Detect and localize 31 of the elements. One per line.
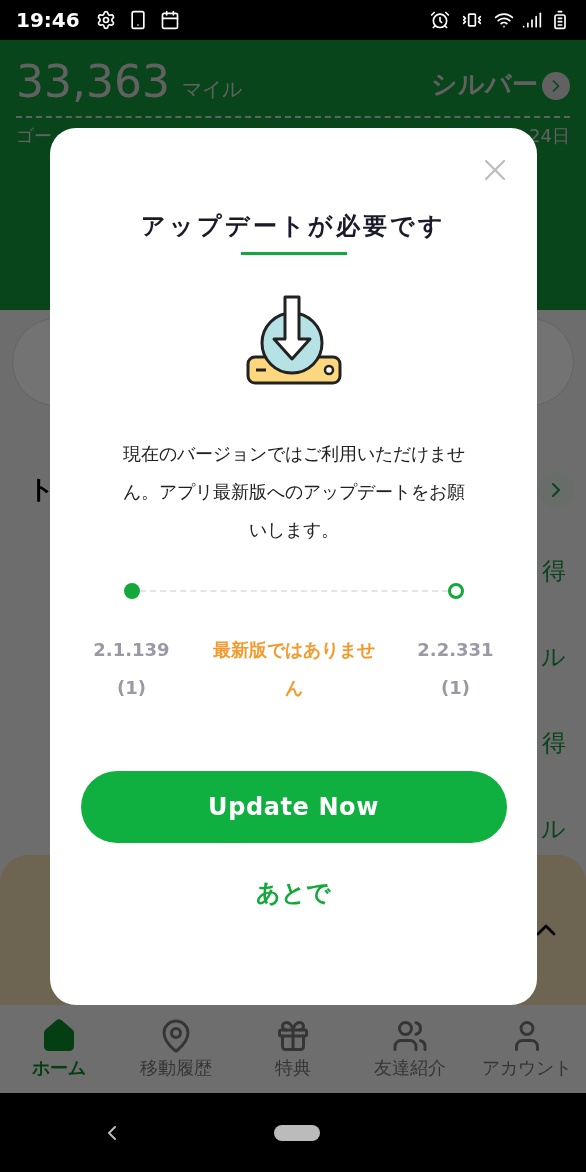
wifi-icon (494, 10, 514, 30)
later-button[interactable]: あとで (256, 875, 331, 911)
version-status: 最新版ではありません (211, 638, 376, 700)
settings-icon (95, 10, 116, 30)
rank-up-text: ゴー (16, 124, 52, 148)
rank-label: シルバー (431, 68, 538, 101)
latest-version: 2.2.331 (1) (416, 638, 495, 700)
calendar-icon (159, 10, 180, 30)
download-drive-icon (245, 295, 342, 387)
update-now-button[interactable]: Update Now (80, 771, 507, 843)
signal-icon (522, 10, 542, 30)
row-value: 得 (542, 728, 566, 759)
section-title: ト (28, 473, 55, 506)
alarm-icon (430, 10, 450, 30)
current-version: 2.1.139 (1) (92, 638, 171, 700)
tab-item[interactable]: 友達紹介 (351, 1005, 469, 1093)
tab-item[interactable]: ホーム (0, 1005, 118, 1093)
tab-item[interactable]: アカウント (468, 1005, 586, 1093)
chevron-icon (542, 72, 570, 100)
tab-item[interactable]: 移動履歴 (117, 1005, 235, 1093)
row-value: ル (541, 642, 566, 673)
miles-unit: マイル (181, 76, 242, 103)
row-value: ル (541, 814, 566, 845)
vibrate-icon (462, 10, 482, 30)
home-pill[interactable] (274, 1124, 320, 1141)
miles-value: 33,363 (16, 60, 170, 104)
dialog-message: 現在のバージョンではご利用いただけません。アプリ最新版へのアップデートをお願いします。 (121, 442, 466, 542)
tab-item[interactable]: 特典 (234, 1005, 352, 1093)
dialog-title: アップデートが必要です (141, 211, 446, 242)
row-value: 得 (542, 556, 566, 587)
status-time: 19:46 (16, 7, 80, 34)
